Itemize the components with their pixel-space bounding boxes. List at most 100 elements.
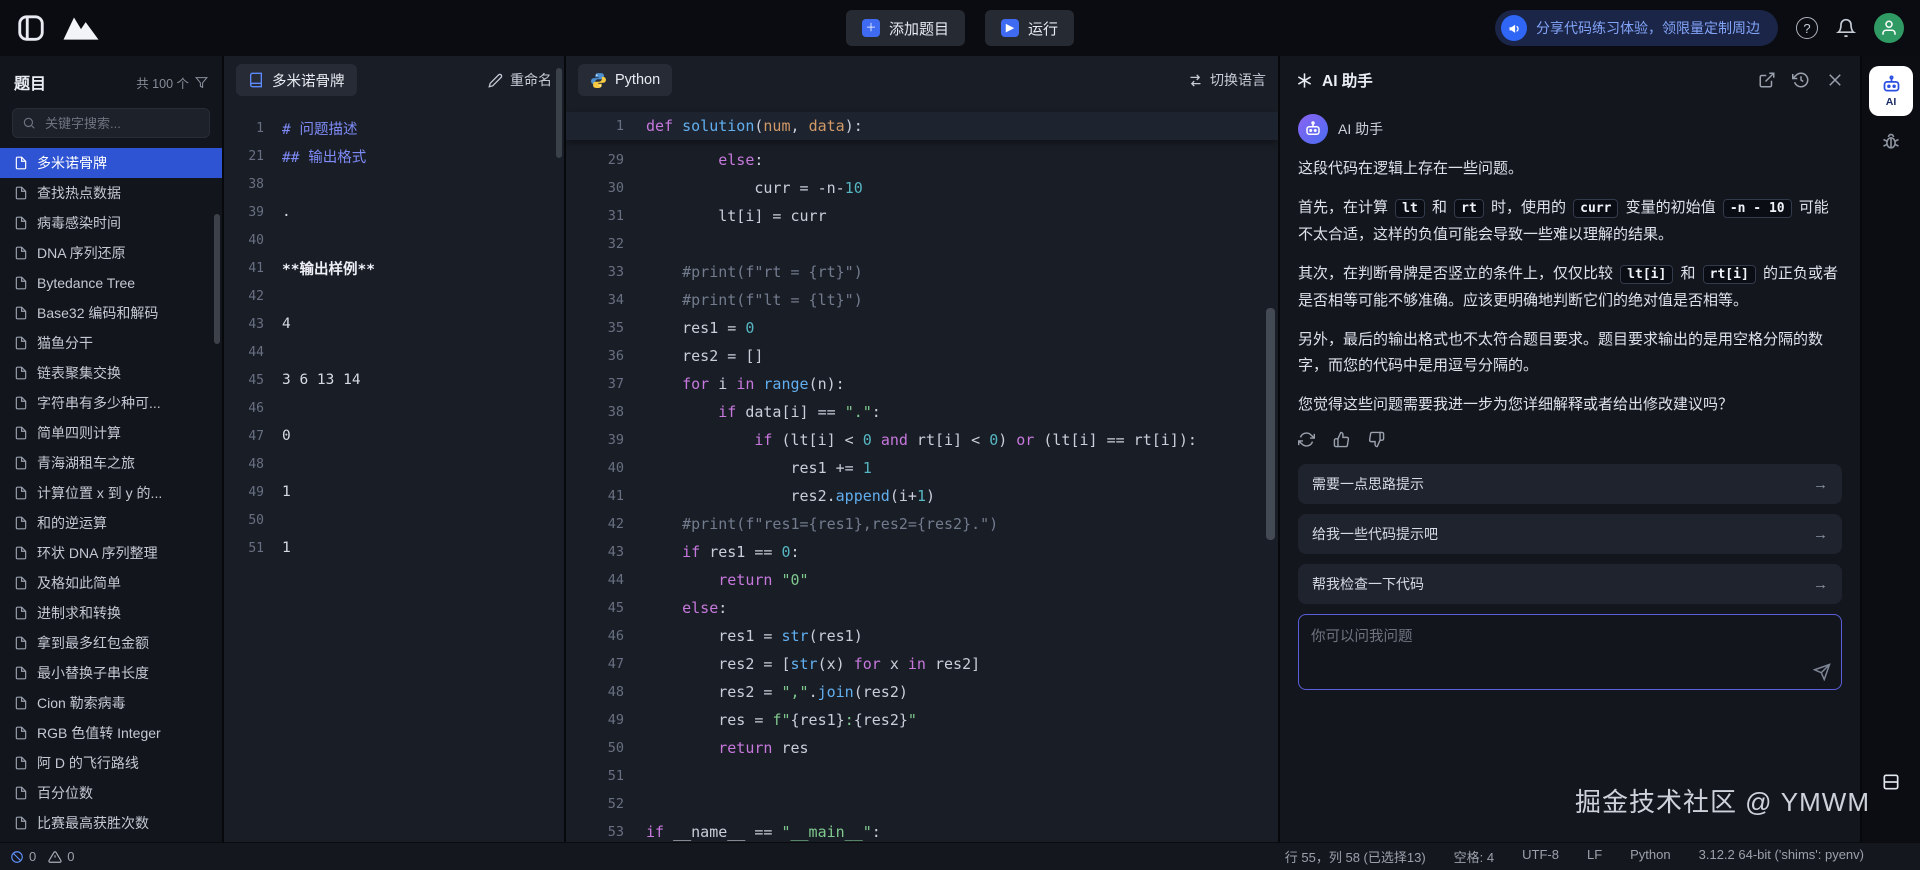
line-number: 51 — [224, 541, 264, 556]
add-problem-label: 添加题目 — [889, 18, 949, 39]
ai-suggestion[interactable]: 帮我检查一下代码→ — [1298, 564, 1842, 604]
sidebar-item[interactable]: 简单四则计算 — [0, 418, 222, 448]
filter-icon[interactable] — [195, 76, 208, 89]
error-count[interactable]: 0 — [10, 849, 36, 864]
rename-button[interactable]: 重命名 — [488, 70, 552, 90]
sidebar-item[interactable]: 病毒感染时间 — [0, 208, 222, 238]
regenerate-icon[interactable] — [1298, 431, 1315, 448]
run-button[interactable]: ▶ 运行 — [985, 10, 1074, 46]
code-line: 41 res2.append(i+1) — [566, 482, 1278, 510]
line-number: 1 — [566, 118, 624, 134]
sidebar-item[interactable]: 及格如此简单 — [0, 568, 222, 598]
code-line: 43 if res1 == 0: — [566, 538, 1278, 566]
status-item[interactable]: UTF-8 — [1522, 847, 1559, 866]
close-icon[interactable] — [1826, 71, 1844, 89]
ai-tool-button[interactable]: AI — [1869, 66, 1913, 116]
sidebar-item[interactable]: 阿 D 的飞行路线 — [0, 748, 222, 778]
user-avatar[interactable] — [1874, 13, 1904, 43]
sidebar-item[interactable]: DNA 序列还原 — [0, 238, 222, 268]
share-chat-icon[interactable] — [1758, 71, 1776, 89]
description-panel: 多米诺骨牌 重命名 1# 问题描述21## 输出格式3839.4041**输出样… — [224, 56, 564, 842]
help-icon[interactable]: ? — [1796, 17, 1818, 39]
problem-tab[interactable]: 多米诺骨牌 — [236, 64, 357, 96]
ai-suggestion[interactable]: 需要一点思路提示→ — [1298, 464, 1842, 504]
thumbs-down-icon[interactable] — [1368, 431, 1385, 448]
language-tab[interactable]: Python — [578, 64, 672, 96]
sidebar-item[interactable]: Bytedance Tree — [0, 268, 222, 298]
panel-layout-icon[interactable] — [1881, 772, 1901, 792]
thumbs-up-icon[interactable] — [1333, 431, 1350, 448]
inline-code: -n - 10 — [1723, 199, 1792, 218]
sidebar-item[interactable]: 链表聚集交换 — [0, 358, 222, 388]
sidebar-scrollbar[interactable] — [214, 214, 220, 344]
line-number: 32 — [566, 236, 624, 252]
code-lines[interactable]: 1def solution(num, data):29 else:30 curr… — [566, 104, 1278, 842]
problems-summary: 0 0 — [10, 849, 74, 864]
code-line-text: if __name__ == "__main__": — [646, 823, 881, 841]
line-number: 45 — [566, 600, 624, 616]
status-item[interactable]: Python — [1630, 847, 1670, 866]
line-number: 49 — [566, 712, 624, 728]
ai-suggestions: 需要一点思路提示→ 给我一些代码提示吧→ 帮我检查一下代码→ — [1298, 464, 1842, 604]
add-problem-button[interactable]: ＋ 添加题目 — [846, 10, 965, 46]
sidebar-item[interactable]: 和的逆运算 — [0, 508, 222, 538]
sidebar-item[interactable]: 查找热点数据 — [0, 178, 222, 208]
ai-paragraph: 另外，最后的输出格式也不太符合题目要求。题目要求输出的是用空格分隔的数字，而您的… — [1298, 327, 1842, 379]
status-item[interactable]: 3.12.2 64-bit ('shims': pyenv) — [1699, 847, 1864, 866]
ai-suggestion[interactable]: 给我一些代码提示吧→ — [1298, 514, 1842, 554]
ai-message-paragraphs: 这段代码在逻辑上存在一些问题。首先，在计算 lt 和 rt 时，使用的 curr… — [1298, 156, 1842, 418]
sidebar-item[interactable]: 猫鱼分干 — [0, 328, 222, 358]
sidebar-item[interactable]: 计算位置 x 到 y 的... — [0, 478, 222, 508]
warning-count[interactable]: 0 — [48, 849, 74, 864]
code-line-text: if (lt[i] < 0 and rt[i] < 0) or (lt[i] =… — [646, 431, 1197, 449]
code-editor-panel: Python 切换语言 1def solution(num, data):29 … — [566, 56, 1278, 842]
sidebar-item[interactable]: 最小替换子串长度 — [0, 658, 222, 688]
line-number: 1 — [224, 121, 264, 136]
inline-code: curr — [1573, 199, 1618, 218]
sidebar-item[interactable]: 拿到最多红包金额 — [0, 628, 222, 658]
error-count-value: 0 — [29, 849, 36, 864]
bug-icon[interactable] — [1881, 132, 1901, 152]
sidebar-item[interactable]: RGB 色值转 Integer — [0, 718, 222, 748]
sidebar-item[interactable]: 青海湖租车之旅 — [0, 448, 222, 478]
sidebar-item[interactable]: Base32 编码和解码 — [0, 298, 222, 328]
code-line: 51 — [566, 762, 1278, 790]
desc-line: 48 — [224, 450, 564, 478]
code-line: 35 res1 = 0 — [566, 314, 1278, 342]
line-number: 48 — [566, 684, 624, 700]
sidebar-item-label: 及格如此简单 — [37, 573, 121, 593]
search-input[interactable] — [43, 115, 200, 132]
status-item[interactable]: 行 55，列 58 (已选择13) — [1285, 847, 1426, 866]
sidebar-item[interactable]: 多米诺骨牌 — [0, 148, 222, 178]
file-icon — [14, 726, 28, 740]
desc-lines[interactable]: 1# 问题描述21## 输出格式3839.4041**输出样例**4243444… — [224, 104, 564, 842]
sidebar-item[interactable]: 进制求和转换 — [0, 598, 222, 628]
notification-bell-icon[interactable] — [1836, 18, 1856, 38]
mountain-logo-icon[interactable] — [60, 14, 102, 42]
sidebar-item[interactable]: Cion 勒索病毒 — [0, 688, 222, 718]
line-number: 50 — [566, 740, 624, 756]
sidebar-item[interactable]: 字符串有多少种可... — [0, 388, 222, 418]
line-number: 38 — [566, 404, 624, 420]
ai-paragraph: 首先，在计算 lt 和 rt 时，使用的 curr 变量的初始值 -n - 10… — [1298, 195, 1842, 248]
switch-language-button[interactable]: 切换语言 — [1188, 70, 1266, 90]
sidebar-item[interactable]: 比赛最高获胜次数 — [0, 808, 222, 838]
app-window-logo-icon[interactable] — [16, 13, 46, 43]
sidebar-item-label: 多米诺骨牌 — [37, 153, 107, 173]
ai-assistant-name: AI 助手 — [1338, 119, 1383, 139]
sidebar-item[interactable]: 百分位数 — [0, 778, 222, 808]
status-item[interactable]: LF — [1587, 847, 1602, 866]
code-line: 49 res = f"{res1}:{res2}" — [566, 706, 1278, 734]
editor-scrollbar[interactable] — [1266, 308, 1275, 540]
line-number: 30 — [566, 180, 624, 196]
ai-input[interactable] — [1299, 615, 1841, 689]
description-scrollbar[interactable] — [556, 68, 562, 158]
status-item[interactable]: 空格: 4 — [1454, 847, 1494, 866]
sidebar-item[interactable]: 环状 DNA 序列整理 — [0, 538, 222, 568]
desc-line: 1# 问题描述 — [224, 114, 564, 142]
megaphone-icon — [1501, 15, 1527, 41]
send-icon[interactable] — [1813, 663, 1831, 681]
line-number: 43 — [566, 544, 624, 560]
promo-banner[interactable]: 分享代码练习体验，领限量定制周边 — [1495, 10, 1778, 46]
history-icon[interactable] — [1792, 71, 1810, 89]
